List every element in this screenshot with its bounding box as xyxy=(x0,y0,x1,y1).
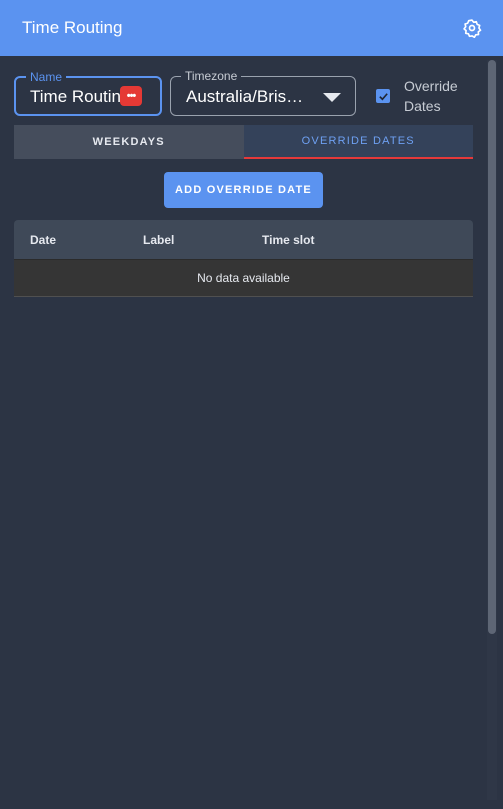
column-header-time-slot[interactable]: Time slot xyxy=(262,233,314,247)
override-dates-toggle[interactable]: Override Dates xyxy=(376,76,464,116)
add-override-date-button[interactable]: ADD OVERRIDE DATE xyxy=(164,172,323,208)
override-dates-table: Date Label Time slot No data available xyxy=(14,220,473,297)
tab-weekdays[interactable]: WEEKDAYS xyxy=(14,125,244,159)
override-dates-checkbox[interactable] xyxy=(376,89,390,103)
tab-bar: WEEKDAYS OVERRIDE DATES xyxy=(14,125,473,159)
app-header: Time Routing xyxy=(0,0,503,56)
caret-down-icon[interactable] xyxy=(323,93,341,102)
column-header-label[interactable]: Label xyxy=(143,233,174,247)
column-header-date[interactable]: Date xyxy=(30,233,56,247)
gear-icon[interactable] xyxy=(461,17,483,39)
name-label: Name xyxy=(26,70,67,84)
timezone-select[interactable]: Timezone Australia/Brisbane xyxy=(170,69,356,116)
empty-state: No data available xyxy=(14,259,473,297)
page-title: Time Routing xyxy=(22,18,123,37)
name-field[interactable]: Name Time Routing ••• xyxy=(14,70,162,116)
scrollbar-thumb[interactable] xyxy=(488,60,496,634)
check-icon xyxy=(378,92,388,100)
tab-override-dates[interactable]: OVERRIDE DATES xyxy=(243,125,473,159)
scrollbar[interactable] xyxy=(487,60,497,800)
table-header: Date Label Time slot xyxy=(14,220,473,259)
override-dates-label: Override Dates xyxy=(404,78,458,114)
timezone-value: Australia/Brisbane xyxy=(186,87,308,106)
timezone-label: Timezone xyxy=(181,69,242,83)
password-manager-icon[interactable]: ••• xyxy=(120,86,142,106)
